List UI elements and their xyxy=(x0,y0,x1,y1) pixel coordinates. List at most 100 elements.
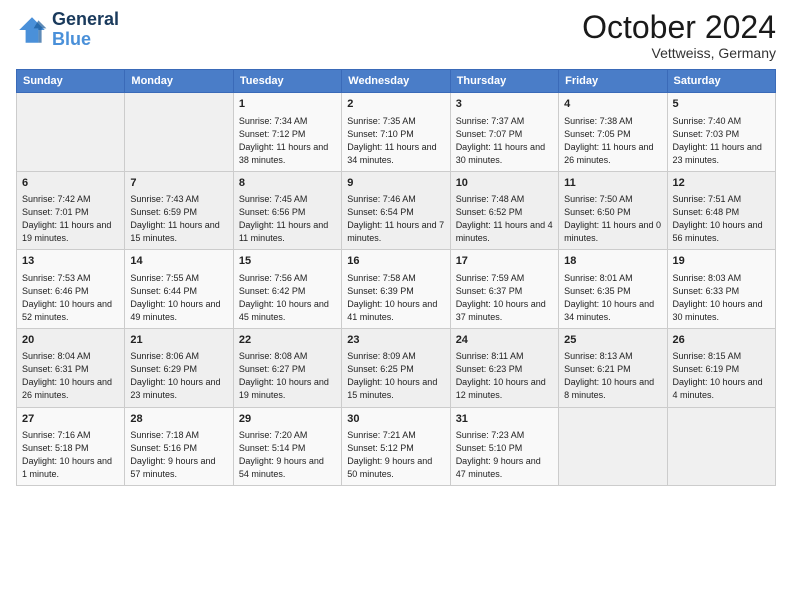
day-info: Sunrise: 8:03 AMSunset: 6:33 PMDaylight:… xyxy=(673,272,770,324)
day-number: 13 xyxy=(22,254,119,269)
day-info: Sunrise: 7:20 AMSunset: 5:14 PMDaylight:… xyxy=(239,429,336,481)
weekday-header-cell: Tuesday xyxy=(233,70,341,93)
day-number: 23 xyxy=(347,333,444,348)
day-number: 27 xyxy=(22,412,119,427)
weekday-header-cell: Friday xyxy=(559,70,667,93)
calendar-cell xyxy=(17,93,125,172)
day-number: 14 xyxy=(130,254,227,269)
day-info: Sunrise: 8:08 AMSunset: 6:27 PMDaylight:… xyxy=(239,350,336,402)
calendar-body: 1Sunrise: 7:34 AMSunset: 7:12 PMDaylight… xyxy=(17,93,776,486)
weekday-header-cell: Wednesday xyxy=(342,70,450,93)
day-number: 26 xyxy=(673,333,770,348)
calendar-cell xyxy=(667,407,775,486)
day-number: 29 xyxy=(239,412,336,427)
day-info: Sunrise: 8:09 AMSunset: 6:25 PMDaylight:… xyxy=(347,350,444,402)
day-info: Sunrise: 7:48 AMSunset: 6:52 PMDaylight:… xyxy=(456,193,553,245)
calendar-cell: 29 Sunrise: 7:20 AMSunset: 5:14 PMDayligh… xyxy=(233,407,341,486)
day-number: 19 xyxy=(673,254,770,269)
logo-line1: General xyxy=(52,10,119,30)
day-info: Sunrise: 8:15 AMSunset: 6:19 PMDaylight:… xyxy=(673,350,770,402)
day-number: 8 xyxy=(239,176,336,191)
day-info: Sunrise: 7:42 AMSunset: 7:01 PMDaylight:… xyxy=(22,193,119,245)
calendar-cell: 1Sunrise: 7:34 AMSunset: 7:12 PMDaylight… xyxy=(233,93,341,172)
day-number: 4 xyxy=(564,97,661,112)
day-info: Sunrise: 7:55 AMSunset: 6:44 PMDaylight:… xyxy=(130,272,227,324)
calendar-week-row: 1Sunrise: 7:34 AMSunset: 7:12 PMDaylight… xyxy=(17,93,776,172)
day-info: Sunrise: 7:45 AMSunset: 6:56 PMDaylight:… xyxy=(239,193,336,245)
calendar-cell: 25 Sunrise: 8:13 AMSunset: 6:21 PMDayligh… xyxy=(559,328,667,407)
logo-icon xyxy=(16,14,48,46)
calendar-cell: 19 Sunrise: 8:03 AMSunset: 6:33 PMDayligh… xyxy=(667,250,775,329)
day-info: Sunrise: 7:51 AMSunset: 6:48 PMDaylight:… xyxy=(673,193,770,245)
calendar-cell: 6Sunrise: 7:42 AMSunset: 7:01 PMDaylight… xyxy=(17,171,125,250)
day-number: 17 xyxy=(456,254,553,269)
calendar-cell: 14 Sunrise: 7:55 AMSunset: 6:44 PMDayligh… xyxy=(125,250,233,329)
day-info: Sunrise: 7:21 AMSunset: 5:12 PMDaylight:… xyxy=(347,429,444,481)
day-number: 24 xyxy=(456,333,553,348)
month-title: October 2024 xyxy=(582,10,776,45)
calendar-cell: 16 Sunrise: 7:58 AMSunset: 6:39 PMDayligh… xyxy=(342,250,450,329)
calendar-cell: 10Sunrise: 7:48 AMSunset: 6:52 PMDayligh… xyxy=(450,171,558,250)
calendar-cell: 26 Sunrise: 8:15 AMSunset: 6:19 PMDayligh… xyxy=(667,328,775,407)
calendar-cell: 27 Sunrise: 7:16 AMSunset: 5:18 PMDayligh… xyxy=(17,407,125,486)
day-number: 2 xyxy=(347,97,444,112)
calendar-cell: 21 Sunrise: 8:06 AMSunset: 6:29 PMDayligh… xyxy=(125,328,233,407)
day-info: Sunrise: 7:16 AMSunset: 5:18 PMDaylight:… xyxy=(22,429,119,481)
logo-text: General Blue xyxy=(52,10,119,50)
calendar-cell: 18Sunrise: 8:01 AMSunset: 6:35 PMDayligh… xyxy=(559,250,667,329)
weekday-header-cell: Monday xyxy=(125,70,233,93)
location-title: Vettweiss, Germany xyxy=(582,45,776,61)
day-info: Sunrise: 7:34 AMSunset: 7:12 PMDaylight:… xyxy=(239,115,336,167)
day-number: 22 xyxy=(239,333,336,348)
logo-line2: Blue xyxy=(52,30,119,50)
day-info: Sunrise: 7:23 AMSunset: 5:10 PMDaylight:… xyxy=(456,429,553,481)
calendar-cell: 20 Sunrise: 8:04 AMSunset: 6:31 PMDayligh… xyxy=(17,328,125,407)
day-info: Sunrise: 7:35 AMSunset: 7:10 PMDaylight:… xyxy=(347,115,444,167)
day-info: Sunrise: 8:13 AMSunset: 6:21 PMDaylight:… xyxy=(564,350,661,402)
calendar-cell: 9 Sunrise: 7:46 AMSunset: 6:54 PMDaylight… xyxy=(342,171,450,250)
day-info: Sunrise: 7:43 AMSunset: 6:59 PMDaylight:… xyxy=(130,193,227,245)
day-number: 31 xyxy=(456,412,553,427)
calendar-cell xyxy=(559,407,667,486)
day-info: Sunrise: 7:46 AMSunset: 6:54 PMDaylight:… xyxy=(347,193,444,245)
calendar-cell: 4Sunrise: 7:38 AMSunset: 7:05 PMDaylight… xyxy=(559,93,667,172)
day-number: 21 xyxy=(130,333,227,348)
day-number: 12 xyxy=(673,176,770,191)
calendar-cell: 13 Sunrise: 7:53 AMSunset: 6:46 PMDayligh… xyxy=(17,250,125,329)
calendar-cell: 31 Sunrise: 7:23 AMSunset: 5:10 PMDayligh… xyxy=(450,407,558,486)
calendar-cell: 8 Sunrise: 7:45 AMSunset: 6:56 PMDaylight… xyxy=(233,171,341,250)
day-number: 9 xyxy=(347,176,444,191)
page: General Blue October 2024 Vettweiss, Ger… xyxy=(0,0,792,612)
calendar-week-row: 20 Sunrise: 8:04 AMSunset: 6:31 PMDayligh… xyxy=(17,328,776,407)
calendar-cell: 2 Sunrise: 7:35 AMSunset: 7:10 PMDaylight… xyxy=(342,93,450,172)
day-info: Sunrise: 7:50 AMSunset: 6:50 PMDaylight:… xyxy=(564,193,661,245)
day-info: Sunrise: 8:06 AMSunset: 6:29 PMDaylight:… xyxy=(130,350,227,402)
day-number: 11 xyxy=(564,176,661,191)
day-info: Sunrise: 8:11 AMSunset: 6:23 PMDaylight:… xyxy=(456,350,553,402)
day-info: Sunrise: 8:04 AMSunset: 6:31 PMDaylight:… xyxy=(22,350,119,402)
day-info: Sunrise: 7:56 AMSunset: 6:42 PMDaylight:… xyxy=(239,272,336,324)
calendar-cell: 23 Sunrise: 8:09 AMSunset: 6:25 PMDayligh… xyxy=(342,328,450,407)
calendar-cell: 30 Sunrise: 7:21 AMSunset: 5:12 PMDayligh… xyxy=(342,407,450,486)
day-number: 28 xyxy=(130,412,227,427)
day-number: 16 xyxy=(347,254,444,269)
day-info: Sunrise: 7:58 AMSunset: 6:39 PMDaylight:… xyxy=(347,272,444,324)
calendar-cell: 5 Sunrise: 7:40 AMSunset: 7:03 PMDaylight… xyxy=(667,93,775,172)
logo: General Blue xyxy=(16,10,119,50)
day-info: Sunrise: 7:18 AMSunset: 5:16 PMDaylight:… xyxy=(130,429,227,481)
day-number: 15 xyxy=(239,254,336,269)
calendar-table: SundayMondayTuesdayWednesdayThursdayFrid… xyxy=(16,69,776,486)
calendar-cell: 28 Sunrise: 7:18 AMSunset: 5:16 PMDayligh… xyxy=(125,407,233,486)
calendar-cell: 17Sunrise: 7:59 AMSunset: 6:37 PMDayligh… xyxy=(450,250,558,329)
day-number: 20 xyxy=(22,333,119,348)
calendar-cell: 7Sunrise: 7:43 AMSunset: 6:59 PMDaylight… xyxy=(125,171,233,250)
day-info: Sunrise: 7:40 AMSunset: 7:03 PMDaylight:… xyxy=(673,115,770,167)
day-number: 5 xyxy=(673,97,770,112)
day-info: Sunrise: 8:01 AMSunset: 6:35 PMDaylight:… xyxy=(564,272,661,324)
day-info: Sunrise: 7:53 AMSunset: 6:46 PMDaylight:… xyxy=(22,272,119,324)
day-number: 25 xyxy=(564,333,661,348)
calendar-cell xyxy=(125,93,233,172)
day-info: Sunrise: 7:37 AMSunset: 7:07 PMDaylight:… xyxy=(456,115,553,167)
day-number: 30 xyxy=(347,412,444,427)
calendar-cell: 3Sunrise: 7:37 AMSunset: 7:07 PMDaylight… xyxy=(450,93,558,172)
